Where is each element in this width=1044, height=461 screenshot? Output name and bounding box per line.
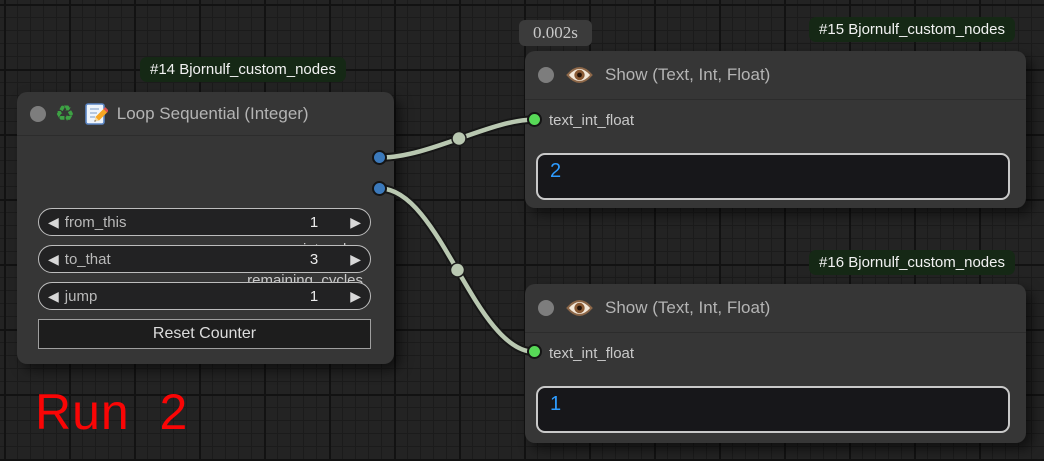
node-titlebar[interactable]: Show (Text, Int, Float)	[525, 284, 1026, 333]
widget-name: from_this	[65, 214, 310, 231]
wire-midpoint-dot[interactable]	[452, 132, 466, 146]
widget-value: 1	[310, 214, 318, 231]
output-port-int-value[interactable]	[372, 150, 387, 165]
widget-name: to_that	[65, 251, 310, 268]
node-loop-sequential[interactable]: ♻ Loop Sequential (Integer) int_value re…	[17, 92, 394, 364]
stepper-left-icon[interactable]: ◀	[48, 215, 59, 229]
node-id-badge-14: #14 Bjornulf_custom_nodes	[140, 57, 346, 82]
widget-value: 1	[310, 288, 318, 305]
node-graph-canvas[interactable]: #14 Bjornulf_custom_nodes #15 Bjornulf_c…	[0, 0, 1044, 461]
show-value-field[interactable]: 1	[536, 386, 1010, 433]
execution-time-badge: 0.002s	[519, 20, 592, 46]
output-port-remaining-cycles[interactable]	[372, 181, 387, 196]
show-value-field[interactable]: 2	[536, 153, 1010, 200]
eye-icon	[566, 298, 593, 318]
node-id-badge-15: #15 Bjornulf_custom_nodes	[809, 17, 1015, 42]
eye-icon	[566, 65, 593, 85]
stepper-right-icon[interactable]: ▶	[350, 252, 361, 266]
node-id-badge-16: #16 Bjornulf_custom_nodes	[809, 250, 1015, 275]
input-port-text-int-float-15[interactable]	[527, 112, 542, 127]
input-label-text-int-float: text_int_float	[549, 345, 634, 362]
node-mode-dot	[30, 106, 46, 122]
widget-value: 3	[310, 251, 318, 268]
widget-name: jump	[65, 288, 310, 305]
wire-midpoint-dot[interactable]	[451, 263, 465, 277]
widget-to-that[interactable]: ◀ to_that 3 ▶	[38, 245, 371, 273]
stepper-left-icon[interactable]: ◀	[48, 289, 59, 303]
stepper-left-icon[interactable]: ◀	[48, 252, 59, 266]
node-mode-dot	[538, 300, 554, 316]
stepper-right-icon[interactable]: ▶	[350, 215, 361, 229]
input-port-text-int-float-16[interactable]	[527, 344, 542, 359]
node-show-15[interactable]: Show (Text, Int, Float) text_int_float 2	[525, 51, 1026, 208]
node-show-16[interactable]: Show (Text, Int, Float) text_int_float 1	[525, 284, 1026, 443]
reset-counter-button[interactable]: Reset Counter	[38, 319, 371, 349]
run-counter-annotation: Run 2	[35, 383, 188, 441]
input-label-text-int-float: text_int_float	[549, 112, 634, 129]
node-mode-dot	[538, 67, 554, 83]
recycle-icon: ♻	[55, 103, 75, 125]
stepper-right-icon[interactable]: ▶	[350, 289, 361, 303]
node-title: Show (Text, Int, Float)	[605, 298, 770, 318]
widget-from-this[interactable]: ◀ from_this 1 ▶	[38, 208, 371, 236]
node-titlebar[interactable]: Show (Text, Int, Float)	[525, 51, 1026, 100]
node-titlebar[interactable]: ♻ Loop Sequential (Integer)	[17, 92, 394, 136]
memo-icon	[84, 102, 108, 126]
widget-jump[interactable]: ◀ jump 1 ▶	[38, 282, 371, 310]
node-title: Show (Text, Int, Float)	[605, 65, 770, 85]
node-title: Loop Sequential (Integer)	[117, 104, 309, 124]
